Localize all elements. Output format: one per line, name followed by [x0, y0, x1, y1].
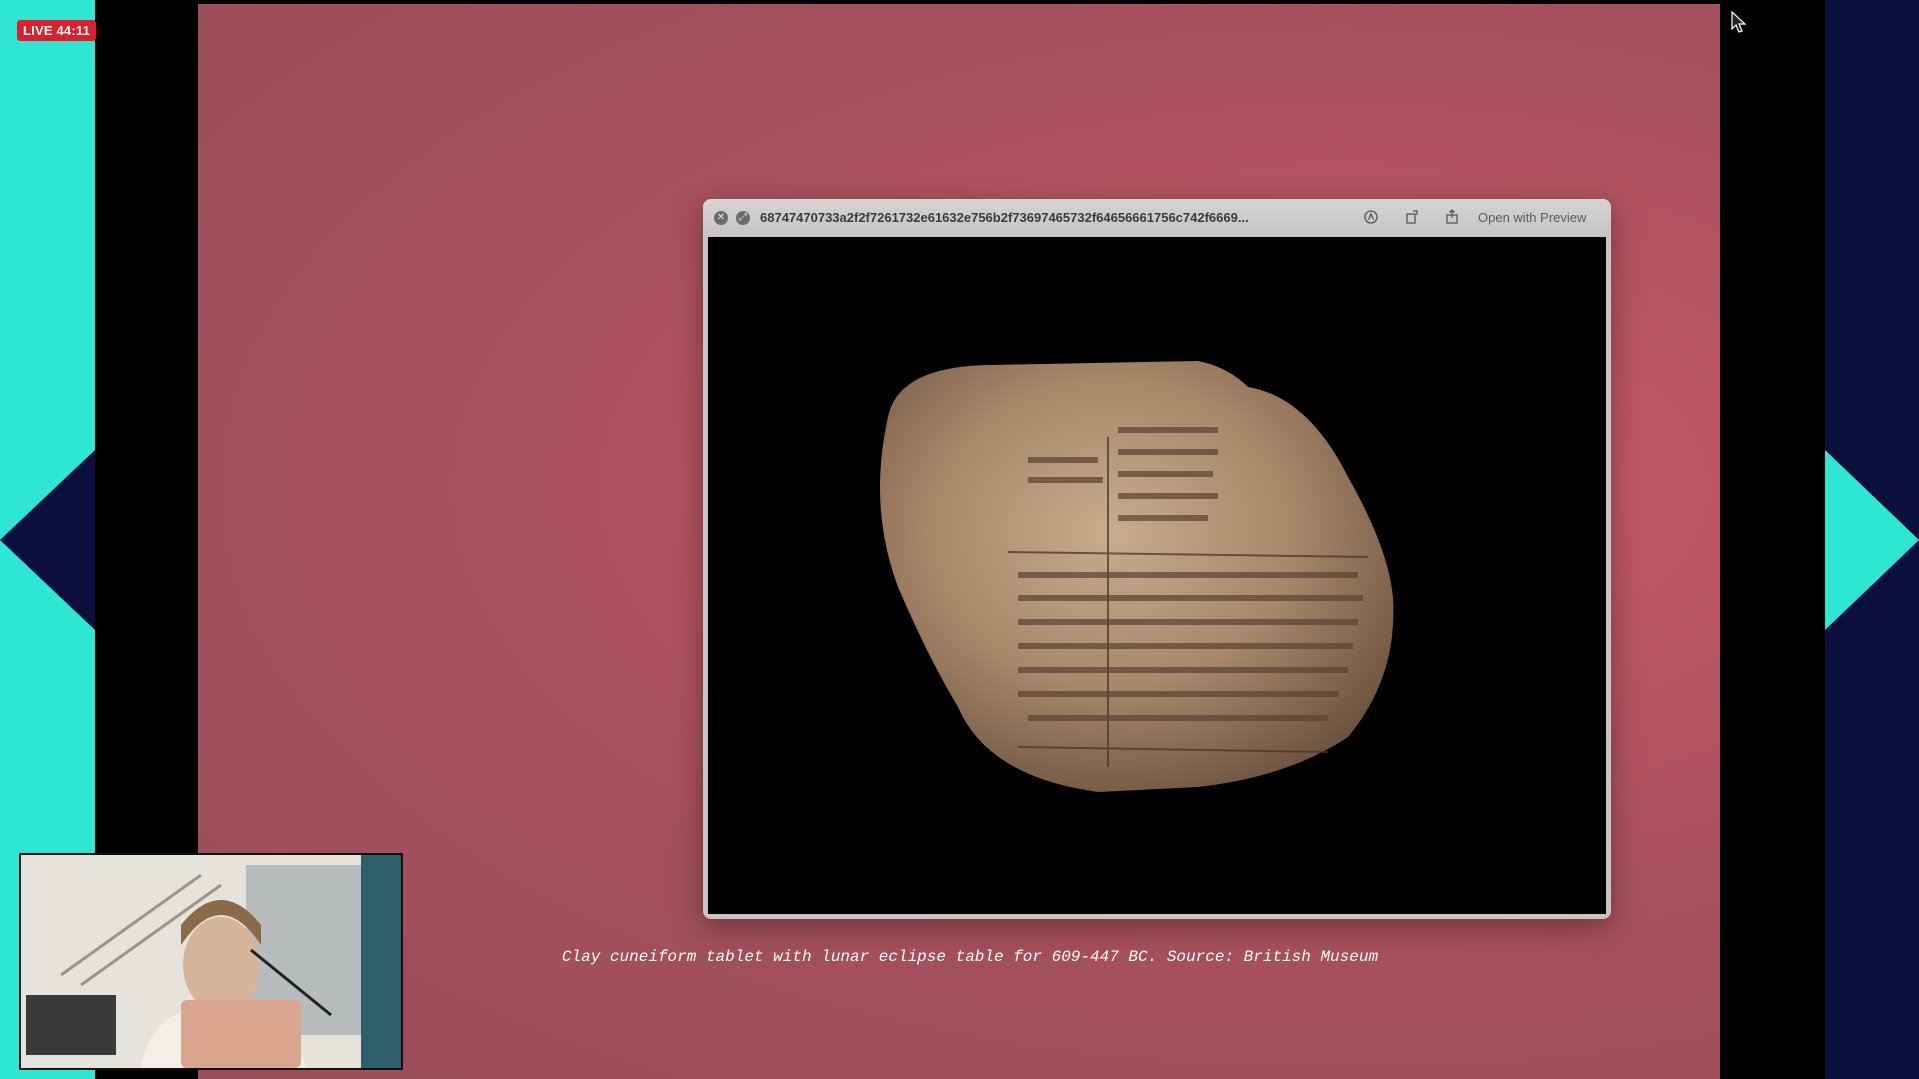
- slide-caption: Clay cuneiform tablet with lunar eclipse…: [561, 948, 1379, 966]
- quicklook-titlebar: ✕ ⤢ 68747470733a2f2f7261732e61632e756b2f…: [703, 199, 1611, 237]
- right-arrow-shape: [1825, 450, 1919, 630]
- share-icon[interactable]: [1443, 209, 1461, 227]
- close-icon[interactable]: ✕: [714, 211, 728, 225]
- mouse-cursor-icon: [1731, 11, 1747, 33]
- presenter-video-frame: [21, 855, 401, 1068]
- open-with-preview-button[interactable]: Open with Preview: [1478, 210, 1586, 225]
- cuneiform-tablet-image: [880, 361, 1394, 792]
- quicklook-window: ✕ ⤢ 68747470733a2f2f7261732e61632e756b2f…: [703, 199, 1611, 919]
- left-arrow-shape: [0, 450, 95, 630]
- markup-icon[interactable]: [1362, 209, 1380, 227]
- presentation-slide: ✕ ⤢ 68747470733a2f2f7261732e61632e756b2f…: [198, 4, 1720, 1079]
- quicklook-filename: 68747470733a2f2f7261732e61632e756b2f7369…: [760, 210, 1249, 225]
- right-black-band: [1720, 0, 1825, 1079]
- fullscreen-icon[interactable]: ⤢: [736, 211, 750, 225]
- rotate-icon[interactable]: [1403, 209, 1421, 227]
- quicklook-image-area: [708, 237, 1606, 914]
- presenter-webcam: [19, 853, 403, 1070]
- right-decor-panel: [1825, 0, 1919, 1079]
- live-timer-badge: LIVE 44:11: [17, 20, 97, 41]
